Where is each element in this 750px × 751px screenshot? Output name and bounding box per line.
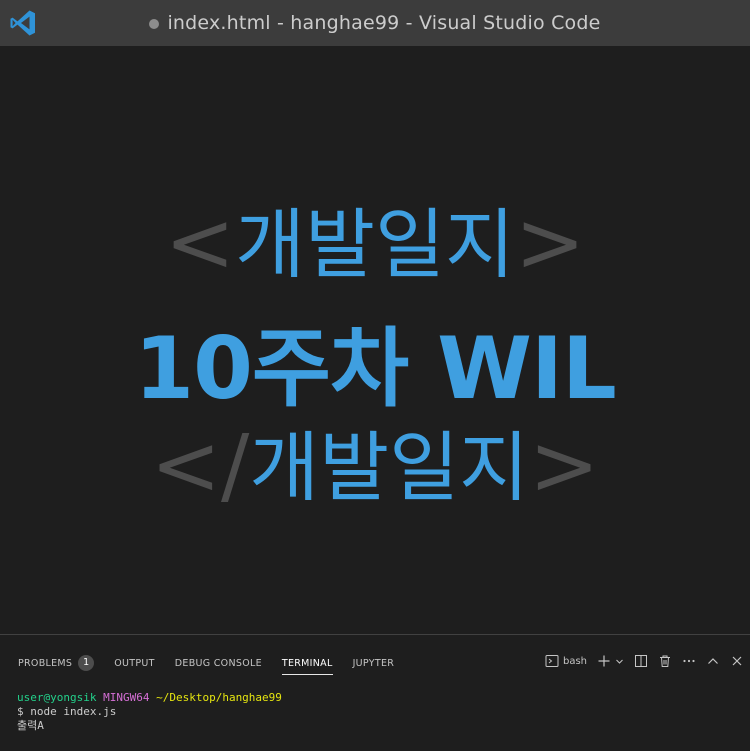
more-actions-icon[interactable] bbox=[682, 654, 696, 668]
panel-actions: bash bbox=[545, 651, 744, 671]
heading-line-2: 10주차 WIL bbox=[0, 298, 750, 423]
new-terminal-button[interactable] bbox=[597, 654, 624, 668]
heading-line-3: </개발일지> bbox=[0, 406, 750, 516]
problems-count-badge: 1 bbox=[78, 655, 95, 671]
tab-terminal-label: TERMINAL bbox=[281, 657, 333, 669]
tab-debug-console-label: DEBUG CONSOLE bbox=[174, 657, 262, 669]
prompt-path: ~/Desktop/hanghae99 bbox=[156, 691, 282, 704]
terminal-output[interactable]: user@yongsik MINGW64 ~/Desktop/hanghae99… bbox=[17, 691, 282, 733]
main-title: 10주차 WIL bbox=[134, 319, 617, 419]
terminal-result-line: 출력A bbox=[17, 719, 44, 732]
plus-icon bbox=[598, 655, 610, 667]
editor-area[interactable]: <개발일지> 10주차 WIL </개발일지> bbox=[0, 46, 750, 634]
window-title: index.html - hanghae99 - Visual Studio C… bbox=[149, 12, 600, 34]
bottom-panel: PROBLEMS 1 OUTPUT DEBUG CONSOLE TERMINAL… bbox=[0, 634, 750, 751]
prompt-user: user@yongsik bbox=[17, 691, 97, 704]
tab-jupyter[interactable]: JUPYTER bbox=[353, 658, 395, 669]
close-panel-icon[interactable] bbox=[730, 654, 744, 668]
tab-terminal[interactable]: TERMINAL bbox=[281, 657, 333, 675]
close-bracket: > bbox=[514, 193, 586, 291]
heading-text-1: 개발일지 bbox=[235, 200, 515, 289]
closing-tag-open-bracket: </ bbox=[150, 416, 250, 514]
closing-tag-close-bracket: > bbox=[528, 416, 600, 514]
tab-output[interactable]: OUTPUT bbox=[114, 658, 155, 669]
prompt-host: MINGW64 bbox=[103, 691, 150, 704]
terminal-command-line: $ node index.js bbox=[17, 705, 117, 718]
tab-jupyter-label: JUPYTER bbox=[352, 657, 395, 669]
shell-label: bash bbox=[562, 655, 587, 667]
split-terminal-icon[interactable] bbox=[634, 654, 648, 668]
terminal-prompt-line: user@yongsik MINGW64 ~/Desktop/hanghae99 bbox=[17, 691, 282, 705]
maximize-panel-icon[interactable] bbox=[706, 654, 720, 668]
vscode-logo-icon[interactable] bbox=[8, 8, 38, 38]
tab-debug-console[interactable]: DEBUG CONSOLE bbox=[175, 658, 262, 669]
tab-problems-label: PROBLEMS bbox=[18, 657, 73, 669]
shell-selector[interactable]: bash bbox=[545, 654, 587, 668]
trash-icon[interactable] bbox=[658, 654, 672, 668]
heading-line-1: <개발일지> bbox=[0, 183, 750, 293]
heading-text-3: 개발일지 bbox=[249, 423, 529, 512]
chevron-down-icon[interactable] bbox=[615, 657, 624, 666]
window-title-text: index.html - hanghae99 - Visual Studio C… bbox=[167, 12, 601, 34]
title-bar: index.html - hanghae99 - Visual Studio C… bbox=[0, 0, 750, 46]
tab-output-label: OUTPUT bbox=[114, 657, 155, 669]
open-bracket: < bbox=[164, 193, 236, 291]
tab-problems[interactable]: PROBLEMS 1 bbox=[18, 655, 95, 671]
panel-tabs: PROBLEMS 1 OUTPUT DEBUG CONSOLE TERMINAL… bbox=[18, 652, 395, 675]
unsaved-dot-icon bbox=[149, 19, 160, 29]
terminal-icon bbox=[545, 655, 559, 667]
